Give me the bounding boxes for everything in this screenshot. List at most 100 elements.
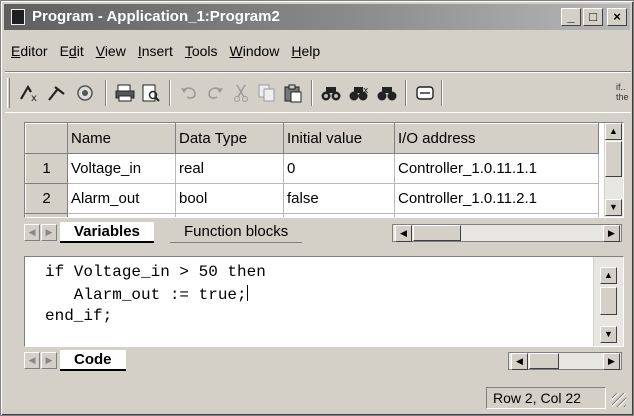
program-editor-window: Program - Application_1:Program2 _ □ × E…	[0, 0, 634, 416]
grid-horizontal-scrollbar[interactable]: ◀ ▶	[392, 224, 622, 242]
print-preview-icon[interactable]	[139, 81, 163, 105]
scroll-right-icon[interactable]: ▶	[603, 353, 620, 370]
find-replace-icon[interactable]: x	[347, 81, 371, 105]
if-then-icon[interactable]: if.. the	[616, 82, 629, 102]
toolbar-separator	[311, 80, 313, 106]
tab-next-icon[interactable]: ▶	[41, 352, 57, 369]
cell-initial-value[interactable]	[283, 213, 395, 217]
code-line-text[interactable]: Alarm_out := true;	[45, 286, 247, 304]
tab-prev-icon[interactable]: ◀	[24, 224, 40, 241]
library-icon[interactable]	[73, 81, 97, 105]
scroll-down-icon[interactable]: ▼	[600, 326, 617, 343]
scroll-left-icon[interactable]: ◀	[511, 353, 528, 370]
redo-icon[interactable]	[203, 81, 227, 105]
svg-text:x: x	[363, 86, 369, 96]
scroll-up-icon[interactable]: ▲	[605, 123, 622, 140]
menu-accelerator: H	[291, 43, 302, 59]
scroll-right-icon[interactable]: ▶	[603, 225, 620, 242]
menu-accelerator: T	[184, 43, 192, 59]
variables-grid: Name Data Type Initial value I/O address…	[24, 122, 624, 218]
cell-name[interactable]: Voltage_in	[67, 153, 176, 184]
toolbar: x x if.. the	[5, 71, 631, 113]
menu-accelerator: E	[11, 43, 21, 59]
table-row[interactable]: 2 Alarm_out bool false Controller_1.0.11…	[25, 183, 599, 214]
cell-name[interactable]	[67, 213, 176, 217]
title-bar[interactable]: Program - Application_1:Program2 _ □ ×	[4, 4, 630, 30]
code-tab-strip: ◀ ▶ Code ◀ ▶	[24, 350, 624, 372]
table-row[interactable]: 1 Voltage_in real 0 Controller_1.0.11.1.…	[25, 153, 599, 184]
menu-accelerator: I	[137, 43, 142, 59]
table-row[interactable]: 3	[25, 213, 599, 217]
code-line[interactable]: Alarm_out := true;	[45, 285, 248, 304]
menu-edit[interactable]: Edit	[54, 43, 90, 59]
toolbar-separator	[105, 80, 107, 106]
code-horizontal-scrollbar[interactable]: ◀ ▶	[508, 352, 622, 370]
menu-bar: Editor Edit View Insert Tools Window Help	[5, 43, 326, 63]
cell-data-type[interactable]: bool	[175, 183, 284, 214]
code-line[interactable]: if Voltage_in > 50 then	[45, 263, 266, 281]
row-number[interactable]: 3	[25, 213, 68, 217]
maximize-button[interactable]: □	[583, 8, 603, 26]
row-number[interactable]: 2	[25, 183, 68, 214]
row-number[interactable]: 1	[25, 153, 68, 184]
code-vertical-scrollbar[interactable]: ▲ ▼	[593, 257, 623, 346]
menu-accelerator: W	[229, 43, 243, 59]
scroll-down-icon[interactable]: ▼	[605, 199, 622, 216]
tab-code[interactable]: Code	[60, 350, 126, 371]
comment-icon[interactable]	[413, 81, 437, 105]
cell-io-address[interactable]: Controller_1.0.11.2.1	[394, 183, 599, 214]
scroll-up-icon[interactable]: ▲	[600, 267, 617, 284]
cell-initial-value[interactable]: false	[283, 183, 395, 214]
find-next-icon[interactable]	[375, 81, 399, 105]
code-line[interactable]: end_if;	[45, 307, 112, 325]
toolbar-separator	[405, 80, 407, 106]
scroll-thumb[interactable]	[605, 141, 622, 177]
undo-icon[interactable]	[177, 81, 201, 105]
column-header-initial-value[interactable]: Initial value	[283, 123, 395, 154]
cell-data-type[interactable]: real	[175, 153, 284, 184]
menu-help[interactable]: Help	[285, 43, 326, 59]
toolbar-separator	[441, 80, 443, 106]
close-button[interactable]: ×	[607, 8, 627, 26]
column-header-name[interactable]: Name	[67, 123, 176, 154]
grid-corner[interactable]	[25, 123, 68, 154]
cell-data-type[interactable]	[175, 213, 284, 217]
scroll-left-icon[interactable]: ◀	[395, 225, 412, 242]
cell-io-address[interactable]	[394, 213, 599, 217]
menu-window[interactable]: Window	[224, 43, 286, 59]
toolbar-grip[interactable]	[7, 78, 10, 108]
window-title: Program - Application_1:Program2	[32, 8, 280, 25]
grid-vertical-scrollbar[interactable]: ▲ ▼	[604, 123, 623, 217]
find-icon[interactable]	[319, 81, 343, 105]
scroll-thumb[interactable]	[529, 353, 559, 369]
column-header-io-address[interactable]: I/O address	[394, 123, 599, 154]
tab-next-icon[interactable]: ▶	[41, 224, 57, 241]
pick-icon[interactable]	[45, 81, 69, 105]
status-bar: Row 2, Col 22	[5, 383, 631, 413]
tab-variables[interactable]: Variables	[60, 222, 154, 243]
minimize-button[interactable]: _	[561, 8, 581, 26]
resize-grip-icon[interactable]	[612, 393, 626, 407]
cut-icon[interactable]	[229, 81, 253, 105]
text-caret	[246, 285, 248, 301]
function-icon[interactable]: x	[17, 81, 41, 105]
svg-text:x: x	[31, 93, 37, 103]
print-icon[interactable]	[113, 81, 137, 105]
menu-view[interactable]: View	[90, 43, 132, 59]
toolbar-separator	[169, 80, 171, 106]
menu-tools[interactable]: Tools	[179, 43, 224, 59]
cell-initial-value[interactable]: 0	[283, 153, 395, 184]
cell-io-address[interactable]: Controller_1.0.11.1.1	[394, 153, 599, 184]
column-header-data-type[interactable]: Data Type	[175, 123, 284, 154]
grid-tab-strip: ◀ ▶ Variables Function blocks ◀ ▶	[24, 222, 624, 244]
menu-insert[interactable]: Insert	[132, 43, 179, 59]
cell-name[interactable]: Alarm_out	[67, 183, 176, 214]
scroll-thumb[interactable]	[600, 287, 617, 315]
code-editor[interactable]: if Voltage_in > 50 then Alarm_out := tru…	[24, 256, 624, 347]
scroll-thumb[interactable]	[413, 225, 461, 241]
copy-icon[interactable]	[255, 81, 279, 105]
paste-icon[interactable]	[281, 81, 305, 105]
menu-editor[interactable]: Editor	[5, 43, 54, 59]
tab-function-blocks[interactable]: Function blocks	[170, 222, 303, 243]
tab-prev-icon[interactable]: ◀	[24, 352, 40, 369]
